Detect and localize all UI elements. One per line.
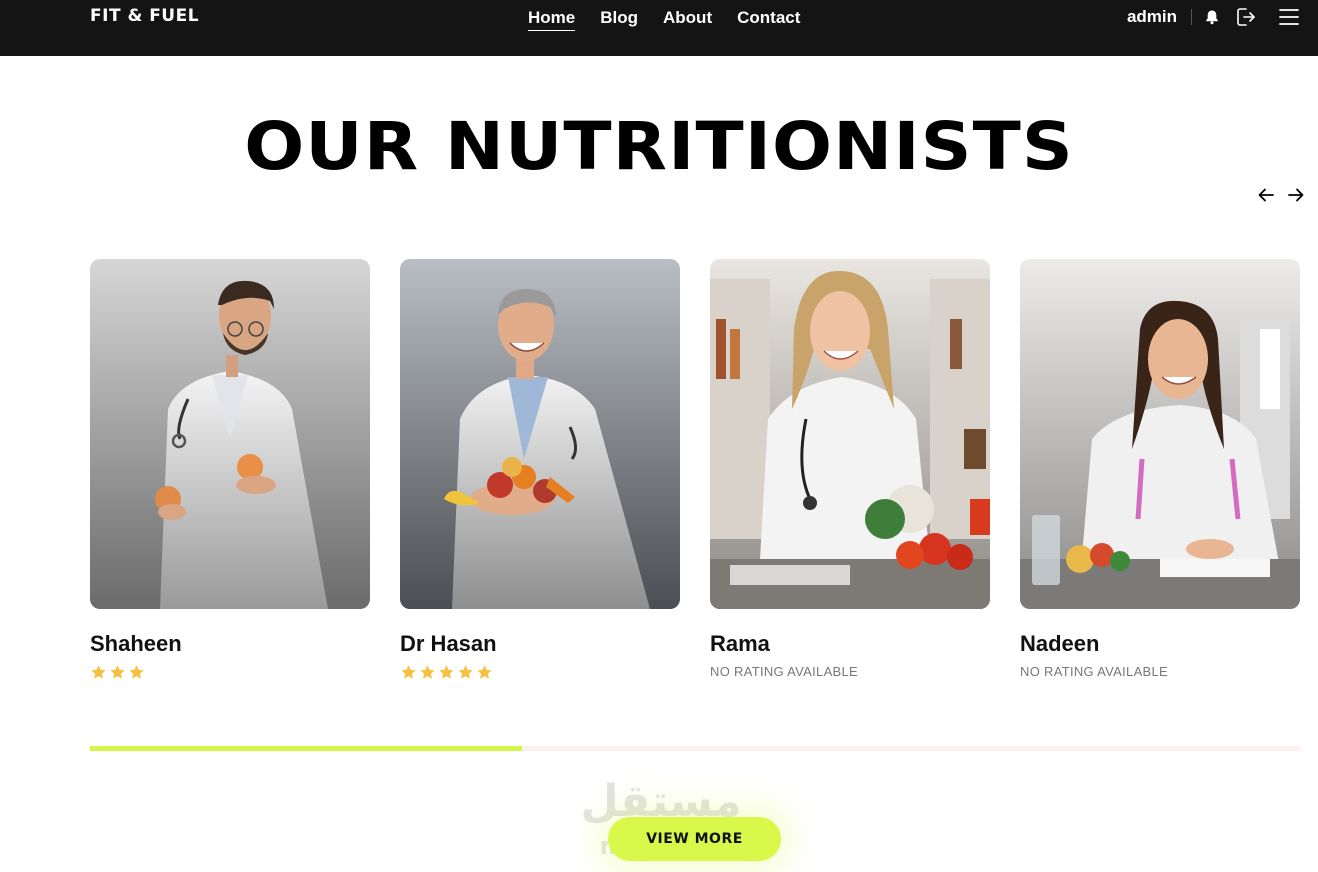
nav-link-about[interactable]: About [663, 8, 712, 31]
nutritionist-carousel: Shaheen Dr Hasan Rama NO RATING AVAILABL… [90, 259, 1300, 682]
nutritionist-name: Rama [710, 631, 770, 656]
star-icon [420, 664, 435, 679]
nav-link-contact[interactable]: Contact [737, 8, 800, 31]
nutritionist-photo [400, 259, 680, 609]
nutritionist-name: Nadeen [1020, 631, 1100, 656]
section-title: OUR NUTRITIONISTS [244, 108, 1074, 185]
star-icon [401, 664, 416, 679]
star-icon [110, 664, 125, 679]
user-area: admin [1127, 6, 1300, 28]
nutritionist-card[interactable]: Shaheen [90, 259, 370, 682]
nutritionist-card[interactable]: Dr Hasan [400, 259, 680, 682]
username[interactable]: admin [1127, 7, 1177, 27]
star-rating [90, 663, 370, 681]
nutritionist-card[interactable]: Nadeen NO RATING AVAILABLE [1020, 259, 1300, 682]
carousel-progress-fill [90, 746, 522, 751]
nutritionist-photo [710, 259, 990, 609]
star-icon [458, 664, 473, 679]
arrow-right-icon[interactable] [1288, 185, 1304, 205]
logout-icon[interactable] [1234, 6, 1256, 28]
top-navbar: FIT & FUEL Home Blog About Contact admin [0, 0, 1318, 56]
nutritionist-name: Dr Hasan [400, 631, 497, 656]
nutritionist-photo [90, 259, 370, 609]
star-icon [477, 664, 492, 679]
view-more-button[interactable]: VIEW MORE [608, 817, 781, 861]
brand-logo[interactable]: FIT & FUEL [90, 6, 199, 26]
arrow-left-icon[interactable] [1258, 185, 1274, 205]
main-nav: Home Blog About Contact [528, 8, 800, 31]
carousel-progress [90, 746, 1300, 751]
nutritionist-card[interactable]: Rama NO RATING AVAILABLE [710, 259, 990, 682]
star-icon [129, 664, 144, 679]
carousel-arrows [1258, 185, 1304, 205]
menu-icon[interactable] [1278, 8, 1300, 26]
bell-icon[interactable] [1204, 9, 1220, 25]
nutritionist-photo [1020, 259, 1300, 609]
nav-link-blog[interactable]: Blog [600, 8, 638, 31]
no-rating-text: NO RATING AVAILABLE [1020, 664, 1169, 679]
divider [1191, 9, 1192, 25]
star-rating [400, 663, 680, 681]
nutritionist-name: Shaheen [90, 631, 182, 656]
star-icon [91, 664, 106, 679]
star-icon [439, 664, 454, 679]
nav-link-home[interactable]: Home [528, 8, 576, 31]
no-rating-text: NO RATING AVAILABLE [710, 664, 859, 679]
